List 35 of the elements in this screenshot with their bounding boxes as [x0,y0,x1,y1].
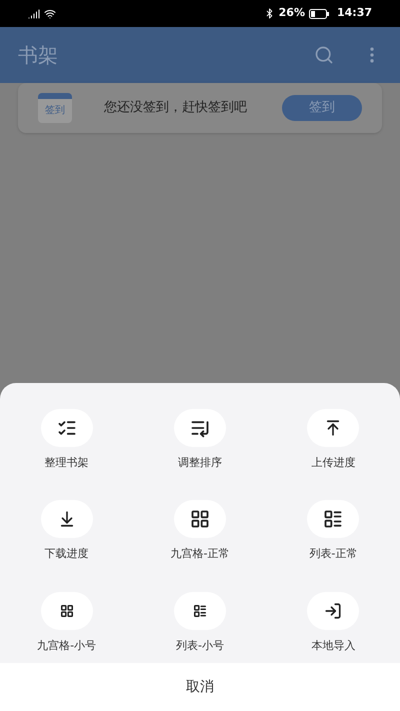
menu-option-label: 九宫格-小号 [37,638,96,654]
menu-option-button[interactable] [307,592,360,630]
checklist-icon [56,418,77,438]
menu-option-label: 调整排序 [178,455,222,471]
menu-option-label: 列表-正常 [309,546,358,562]
wifi-icon [44,8,56,20]
menu-option-label: 列表-小号 [176,638,224,654]
menu-option-button[interactable] [40,409,93,447]
menu-option-button[interactable] [174,592,226,630]
menu-option-button[interactable] [307,500,360,538]
menu-option-button[interactable] [40,500,93,538]
search-icon[interactable] [314,45,334,65]
menu-option-label: 下载进度 [44,546,89,562]
menu-option-button[interactable] [174,409,226,447]
list-icon [323,509,344,530]
list-icon [192,604,207,618]
grid-icon [60,604,74,618]
menu-option-label: 九宫格-正常 [170,546,230,562]
grid-icon [190,509,210,530]
cancel-button[interactable]: 取消 [0,663,400,711]
battery-level: 26% [278,5,305,22]
menu-option-label: 整理书架 [44,455,89,471]
menu-option-button[interactable] [40,592,93,630]
menu-option-label: 本地导入 [311,638,356,654]
menu-option-button[interactable] [307,409,360,447]
sign-in-message: 您还没签到，赶快签到吧 [104,99,248,118]
app-title: 书架 [18,42,59,69]
bluetooth-icon [264,8,275,19]
clock: 14:37 [336,5,372,22]
battery-icon [308,8,329,18]
signal-icon [28,8,40,20]
import-icon [324,602,342,620]
menu-option-button[interactable] [174,500,226,538]
menu-option-label: 上传进度 [311,455,356,471]
calendar-label: 签到 [45,106,65,116]
